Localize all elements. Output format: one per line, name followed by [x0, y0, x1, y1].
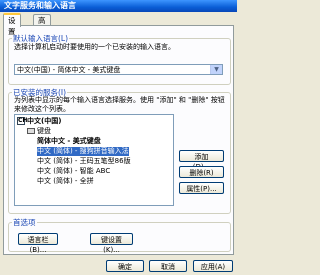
settings-panel: 默认输入语言(L) 选择计算机启动时要使用的一个已安装的输入语言。 中文(中国)…: [3, 25, 234, 255]
keyboard-icon: [27, 128, 35, 134]
apply-button[interactable]: 应用(A): [193, 260, 233, 272]
preferences-title: 首选项: [12, 217, 37, 228]
installed-services-description: 为列表中显示的每个输入语言选择服务。使用 "添加" 和 "删除" 按钮来修改这个…: [14, 96, 225, 113]
tab-settings[interactable]: 设置: [3, 13, 21, 36]
tree-item-abc[interactable]: 中文 (简体) - 智能 ABC: [37, 167, 110, 176]
tree-item-quanpin[interactable]: 中文 (简体) - 全拼: [37, 177, 94, 186]
properties-button[interactable]: 属性(P)...: [179, 182, 224, 194]
key-settings-button[interactable]: 键设置(K)...: [90, 233, 133, 254]
tree-item-wubi[interactable]: 中文 (简体) - 王码五笔型86版: [37, 157, 131, 166]
cancel-button[interactable]: 取消: [149, 260, 187, 272]
tree-item-us-keyboard[interactable]: 简体中文 - 美式键盘: [37, 137, 101, 146]
tree-node-keyboard[interactable]: 键盘: [27, 127, 51, 136]
add-button[interactable]: 添加(D)...: [179, 150, 224, 171]
tree-root-chinese[interactable]: CH中文(中国): [17, 117, 61, 126]
tree-item-sogou[interactable]: 中文 (简体) - 搜狗拼音输入法: [37, 147, 129, 156]
ok-button[interactable]: 确定: [106, 260, 144, 272]
language-bar-button[interactable]: 语言栏(B)...: [18, 233, 58, 254]
services-tree[interactable]: CH中文(中国) 键盘 简体中文 - 美式键盘 中文 (简体) - 搜狗拼音输入…: [14, 114, 174, 206]
window-title: 文字服务和输入语言: [0, 0, 237, 12]
default-language-description: 选择计算机启动时要使用的一个已安装的输入语言。: [14, 43, 175, 51]
language-icon: CH: [17, 117, 28, 125]
remove-button[interactable]: 删除(R): [179, 166, 224, 178]
default-language-dropdown[interactable]: 中文(中国) - 简体中文 - 美式键盘 ▼: [14, 64, 223, 75]
default-language-value: 中文(中国) - 简体中文 - 美式键盘: [17, 66, 121, 74]
chevron-down-icon[interactable]: ▼: [210, 65, 222, 74]
